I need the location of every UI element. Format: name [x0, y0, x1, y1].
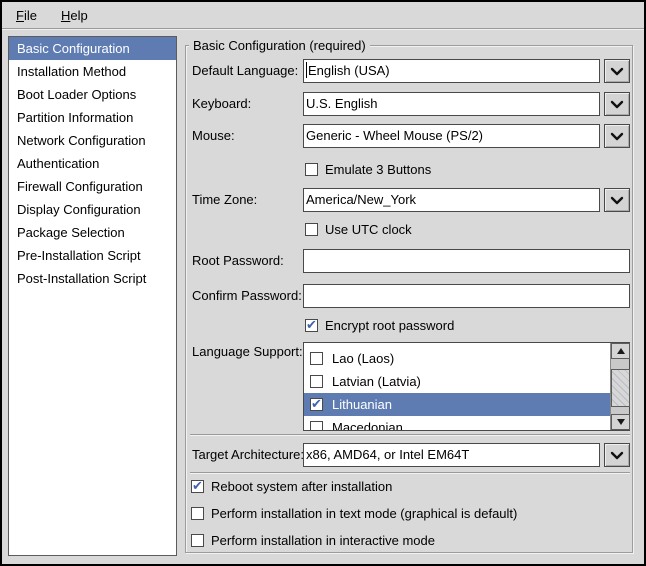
- checkbox-box: [305, 223, 318, 236]
- sidebar-item-post-installation-script[interactable]: Post-Installation Script: [9, 267, 176, 290]
- confirm-password-label: Confirm Password:: [192, 284, 302, 308]
- sidebar-item-installation-method[interactable]: Installation Method: [9, 60, 176, 83]
- checkbox-box: ✔: [305, 319, 318, 332]
- separator: [190, 434, 630, 436]
- scroll-down-button[interactable]: [611, 414, 630, 430]
- language-row-label: Macedonian: [332, 420, 403, 430]
- sidebar-item-authentication[interactable]: Authentication: [9, 152, 176, 175]
- sidebar-item-partition-information[interactable]: Partition Information: [9, 106, 176, 129]
- checkbox-box: ✔: [191, 480, 204, 493]
- basic-configuration-frame: Basic Configuration (required) Default L…: [185, 45, 633, 553]
- checkbox-box: [310, 352, 323, 365]
- time-zone-value: America/New_York: [306, 192, 416, 207]
- default-language-field[interactable]: English (USA): [303, 59, 600, 83]
- root-password-input[interactable]: [303, 249, 630, 273]
- text-mode-install-checkbox[interactable]: Perform installation in text mode (graph…: [191, 506, 517, 521]
- keyboard-value: U.S. English: [306, 96, 378, 111]
- interactive-install-checkbox[interactable]: Perform installation in interactive mode: [191, 533, 435, 548]
- checkbox-box: ✔: [310, 398, 323, 411]
- checkbox-box: [310, 421, 323, 430]
- language-row-macedonian[interactable]: Macedonian: [304, 416, 610, 430]
- checkbox-box: [191, 534, 204, 547]
- language-list-scrollbar[interactable]: [610, 343, 629, 430]
- checkbox-label: Perform installation in interactive mode: [211, 533, 435, 548]
- target-architecture-field[interactable]: x86, AMD64, or Intel EM64T: [303, 443, 600, 467]
- sidebar-item-firewall-configuration[interactable]: Firewall Configuration: [9, 175, 176, 198]
- checkbox-box: [191, 507, 204, 520]
- mouse-value: Generic - Wheel Mouse (PS/2): [306, 128, 483, 143]
- mouse-label: Mouse:: [192, 124, 235, 148]
- sidebar-item-package-selection[interactable]: Package Selection: [9, 221, 176, 244]
- chevron-down-icon: [610, 451, 624, 460]
- use-utc-clock-checkbox[interactable]: Use UTC clock: [305, 222, 412, 237]
- triangle-up-icon: [617, 348, 625, 354]
- checkbox-label: Emulate 3 Buttons: [325, 162, 431, 177]
- checkbox-box: [310, 375, 323, 388]
- reboot-after-install-checkbox[interactable]: ✔ Reboot system after installation: [191, 479, 392, 494]
- mouse-dropdown-button[interactable]: [604, 124, 630, 148]
- emulate-3-buttons-checkbox[interactable]: Emulate 3 Buttons: [305, 162, 431, 177]
- chevron-down-icon: [610, 67, 624, 76]
- sidebar-item-pre-installation-script[interactable]: Pre-Installation Script: [9, 244, 176, 267]
- checkbox-label: Encrypt root password: [325, 318, 454, 333]
- frame-title: Basic Configuration (required): [189, 38, 370, 53]
- sidebar-item-display-configuration[interactable]: Display Configuration: [9, 198, 176, 221]
- checkbox-label: Use UTC clock: [325, 222, 412, 237]
- time-zone-field[interactable]: America/New_York: [303, 188, 600, 212]
- target-architecture-dropdown-button[interactable]: [604, 443, 630, 467]
- language-support-list: Lao (Laos) Latvian (Latvia) ✔ Lithuanian…: [303, 342, 630, 431]
- target-architecture-value: x86, AMD64, or Intel EM64T: [306, 447, 469, 462]
- separator: [190, 472, 630, 474]
- menu-file[interactable]: File: [12, 5, 41, 26]
- language-row-label: Lithuanian: [332, 397, 392, 412]
- root-password-label: Root Password:: [192, 249, 284, 273]
- language-row-label: Lao (Laos): [332, 351, 394, 366]
- language-row-lao[interactable]: Lao (Laos): [304, 347, 610, 370]
- default-language-value: English (USA): [308, 63, 390, 78]
- checkbox-label: Reboot system after installation: [211, 479, 392, 494]
- language-row-label: Latvian (Latvia): [332, 374, 421, 389]
- sidebar-item-network-configuration[interactable]: Network Configuration: [9, 129, 176, 152]
- language-support-label: Language Support:: [192, 340, 303, 364]
- language-row-lithuanian[interactable]: ✔ Lithuanian: [304, 393, 610, 416]
- scroll-up-button[interactable]: [611, 343, 630, 359]
- target-architecture-label: Target Architecture:: [192, 443, 304, 467]
- sidebar-item-boot-loader-options[interactable]: Boot Loader Options: [9, 83, 176, 106]
- chevron-down-icon: [610, 196, 624, 205]
- triangle-down-icon: [617, 419, 625, 425]
- confirm-password-input[interactable]: [303, 284, 630, 308]
- checkbox-box: [305, 163, 318, 176]
- menu-bar: File Help: [2, 2, 644, 29]
- menu-help[interactable]: Help: [57, 5, 92, 26]
- keyboard-field[interactable]: U.S. English: [303, 92, 600, 116]
- chevron-down-icon: [610, 132, 624, 141]
- kickstart-configurator-window: File Help Basic Configuration Installati…: [0, 0, 646, 566]
- chevron-down-icon: [610, 100, 624, 109]
- language-list-rows: Lao (Laos) Latvian (Latvia) ✔ Lithuanian…: [304, 343, 610, 430]
- text-caret: [306, 62, 307, 78]
- scrollbar-thumb[interactable]: [611, 369, 630, 407]
- default-language-label: Default Language:: [192, 59, 298, 83]
- time-zone-label: Time Zone:: [192, 188, 257, 212]
- checkbox-label: Perform installation in text mode (graph…: [211, 506, 517, 521]
- mouse-field[interactable]: Generic - Wheel Mouse (PS/2): [303, 124, 600, 148]
- section-list: Basic Configuration Installation Method …: [8, 36, 177, 556]
- keyboard-dropdown-button[interactable]: [604, 92, 630, 116]
- encrypt-root-password-checkbox[interactable]: ✔ Encrypt root password: [305, 318, 454, 333]
- sidebar-item-basic-configuration[interactable]: Basic Configuration: [9, 37, 176, 60]
- language-row-latvian[interactable]: Latvian (Latvia): [304, 370, 610, 393]
- default-language-dropdown-button[interactable]: [604, 59, 630, 83]
- keyboard-label: Keyboard:: [192, 92, 251, 116]
- time-zone-dropdown-button[interactable]: [604, 188, 630, 212]
